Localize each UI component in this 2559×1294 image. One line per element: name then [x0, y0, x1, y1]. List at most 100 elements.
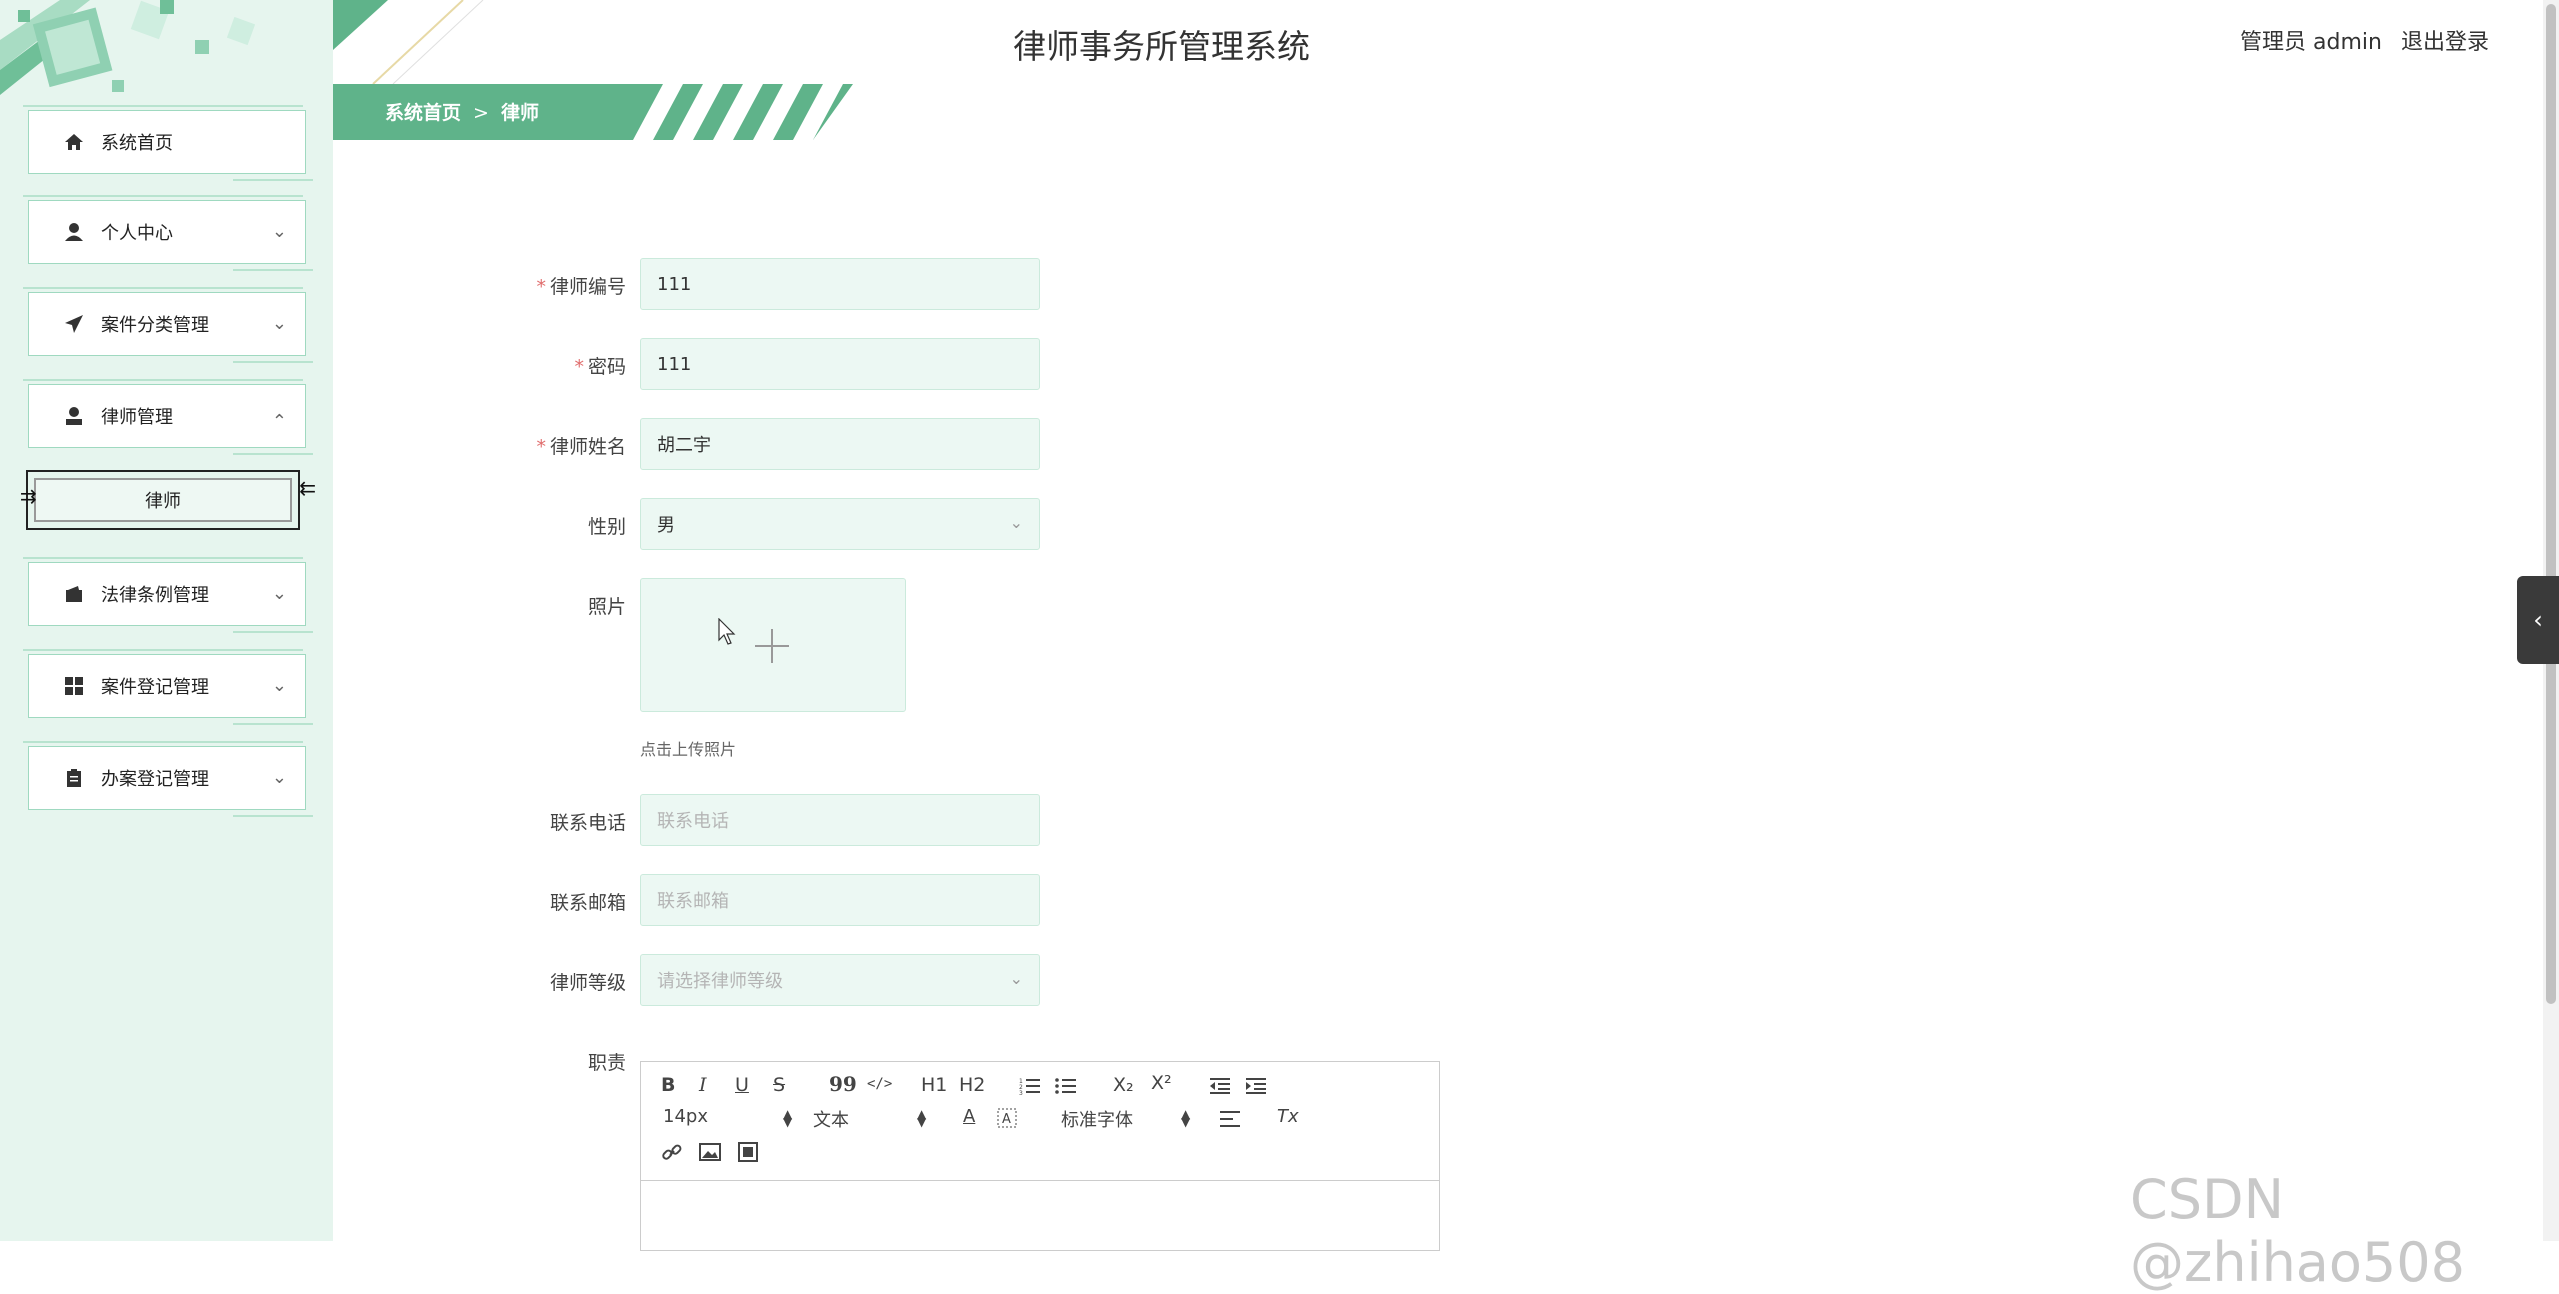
sidebar-item-label: 律师管理: [101, 407, 173, 428]
indent-icon[interactable]: [1245, 1076, 1267, 1100]
outdent-icon[interactable]: [1209, 1076, 1231, 1100]
chevron-down-icon: ⌄: [271, 675, 287, 696]
italic-button[interactable]: I: [699, 1074, 707, 1096]
bullet-list-icon[interactable]: [1055, 1076, 1077, 1100]
arrow-right-icon: ⇉: [20, 484, 37, 508]
photo-upload[interactable]: [640, 578, 906, 712]
password-input[interactable]: 111: [640, 338, 1040, 390]
gender-label: 性别: [587, 516, 626, 538]
sidebar-item-label: 个人中心: [101, 223, 173, 244]
text-style-select[interactable]: 文本 ▲ ▼: [813, 1106, 927, 1132]
sidebar-item-label: 系统首页: [101, 133, 173, 154]
sidebar-item-label: 办案登记管理: [101, 769, 209, 790]
font-size-select[interactable]: 14px ▲ ▼: [663, 1106, 792, 1128]
breadcrumb: 系统首页 > 律师: [385, 98, 539, 125]
user-area: 管理员 admin 退出登录: [2228, 24, 2489, 56]
background-color-icon[interactable]: A: [997, 1108, 1017, 1132]
chevron-down-icon: ⌄: [1009, 513, 1023, 532]
user-tie-icon: [63, 405, 85, 427]
breadcrumb-separator: >: [473, 102, 489, 124]
updown-icon: ▲ ▼: [1181, 1107, 1191, 1129]
rich-text-editor: B I U S 99 </> H1 H2 123 X₂ X² 14px ▲ ▼ 文…: [640, 1061, 1440, 1251]
page-title: 律师事务所管理系统: [1013, 27, 1310, 66]
upload-hint: 点击上传照片: [640, 740, 737, 759]
email-input[interactable]: 联系邮箱: [640, 874, 1040, 926]
logout-link[interactable]: 退出登录: [2401, 30, 2489, 55]
phone-label: 联系电话: [549, 812, 626, 834]
collapse-panel-button[interactable]: ‹: [2517, 576, 2559, 664]
ordered-list-icon[interactable]: 123: [1019, 1076, 1041, 1100]
chevron-down-icon: ⌄: [271, 767, 287, 788]
chevron-left-icon: ‹: [2533, 606, 2543, 634]
lawyer-name-input[interactable]: 胡二宇: [640, 418, 1040, 470]
subscript-button[interactable]: X₂: [1113, 1074, 1134, 1096]
sidebar-item-handling-registration[interactable]: 办案登记管理 ⌄: [23, 741, 313, 817]
lawyer-name-label: * 律师姓名: [536, 436, 626, 458]
superscript-button[interactable]: X²: [1151, 1072, 1172, 1094]
user-icon: [63, 221, 85, 243]
sidebar-item-label: 法律条例管理: [101, 585, 209, 606]
scrollbar-thumb[interactable]: [2546, 4, 2556, 1004]
link-icon[interactable]: [661, 1142, 683, 1168]
level-placeholder: 请选择律师等级: [657, 971, 783, 992]
font-color-button[interactable]: A: [963, 1106, 975, 1127]
chevron-down-icon: ⌄: [1009, 969, 1023, 988]
level-select[interactable]: 请选择律师等级 ⌄: [640, 954, 1040, 1006]
wallet-icon: [63, 583, 85, 605]
code-block-button[interactable]: </>: [867, 1076, 892, 1092]
sidebar-item-case-registration[interactable]: 案件登记管理 ⌄: [23, 649, 313, 725]
clipboard-icon: [63, 767, 85, 789]
chevron-down-icon: ⌄: [271, 583, 287, 604]
lawyer-no-input[interactable]: 111: [640, 258, 1040, 310]
align-icon[interactable]: [1219, 1110, 1241, 1132]
chevron-down-icon: ⌄: [271, 221, 287, 242]
lawyer-no-label: * 律师编号: [536, 276, 626, 298]
svg-text:A: A: [1002, 1112, 1011, 1127]
breadcrumb-current: 律师: [500, 102, 539, 124]
clear-format-button[interactable]: Tx: [1277, 1106, 1299, 1127]
level-label: 律师等级: [549, 972, 626, 994]
video-icon[interactable]: [737, 1142, 759, 1166]
email-label: 联系邮箱: [549, 892, 626, 914]
home-icon: [63, 131, 85, 153]
admin-username: 管理员 admin: [2240, 30, 2382, 55]
sidebar-item-home[interactable]: 系统首页: [23, 105, 313, 181]
paper-plane-icon: [63, 313, 85, 335]
sidebar-item-label: 案件登记管理: [101, 677, 209, 698]
editor-content-area[interactable]: [641, 1180, 1439, 1250]
h2-button[interactable]: H2: [959, 1074, 985, 1096]
chevron-down-icon: ⌄: [271, 313, 287, 334]
photo-label: 照片: [587, 596, 626, 618]
grid-icon: [63, 675, 85, 697]
sidebar-decoration: [0, 0, 256, 95]
phone-input[interactable]: 联系电话: [640, 794, 1040, 846]
arrow-left-icon: ⇇: [299, 476, 316, 500]
breadcrumb-home[interactable]: 系统首页: [385, 102, 461, 124]
editor-toolbar: B I U S 99 </> H1 H2 123 X₂ X² 14px ▲ ▼ 文…: [641, 1062, 1439, 1181]
submenu-item-label: 律师: [145, 491, 181, 512]
chevron-up-icon: ⌃: [271, 411, 287, 432]
underline-button[interactable]: U: [735, 1074, 749, 1096]
h1-button[interactable]: H1: [921, 1074, 947, 1096]
sidebar-item-case-category[interactable]: 案件分类管理 ⌄: [23, 287, 313, 363]
svg-text:3: 3: [1019, 1090, 1023, 1096]
gender-select[interactable]: 男 ⌄: [640, 498, 1040, 550]
submenu-item-lawyer[interactable]: ⇉ 律师 ⇇: [20, 470, 316, 530]
gender-value: 男: [657, 515, 675, 536]
bold-button[interactable]: B: [661, 1074, 675, 1096]
sidebar-item-law-regulations[interactable]: 法律条例管理 ⌄: [23, 557, 313, 633]
updown-icon: ▲ ▼: [917, 1107, 927, 1129]
image-icon[interactable]: [699, 1142, 721, 1166]
duty-label: 职责: [587, 1052, 626, 1074]
plus-icon: [755, 629, 789, 663]
sidebar-item-label: 案件分类管理: [101, 315, 209, 336]
font-family-select[interactable]: 标准字体 ▲ ▼: [1061, 1106, 1191, 1132]
blockquote-button[interactable]: 99: [829, 1072, 857, 1096]
strike-button[interactable]: S: [773, 1074, 785, 1096]
sidebar-item-lawyer-management[interactable]: 律师管理 ⌃: [23, 379, 313, 455]
watermark: CSDN @zhihao508: [2130, 1168, 2465, 1294]
sidebar-item-personal-center[interactable]: 个人中心 ⌄: [23, 195, 313, 271]
header: 律师事务所管理系统 管理员 admin 退出登录: [333, 0, 2559, 84]
password-label: * 密码: [574, 356, 626, 378]
updown-icon: ▲ ▼: [783, 1107, 793, 1129]
